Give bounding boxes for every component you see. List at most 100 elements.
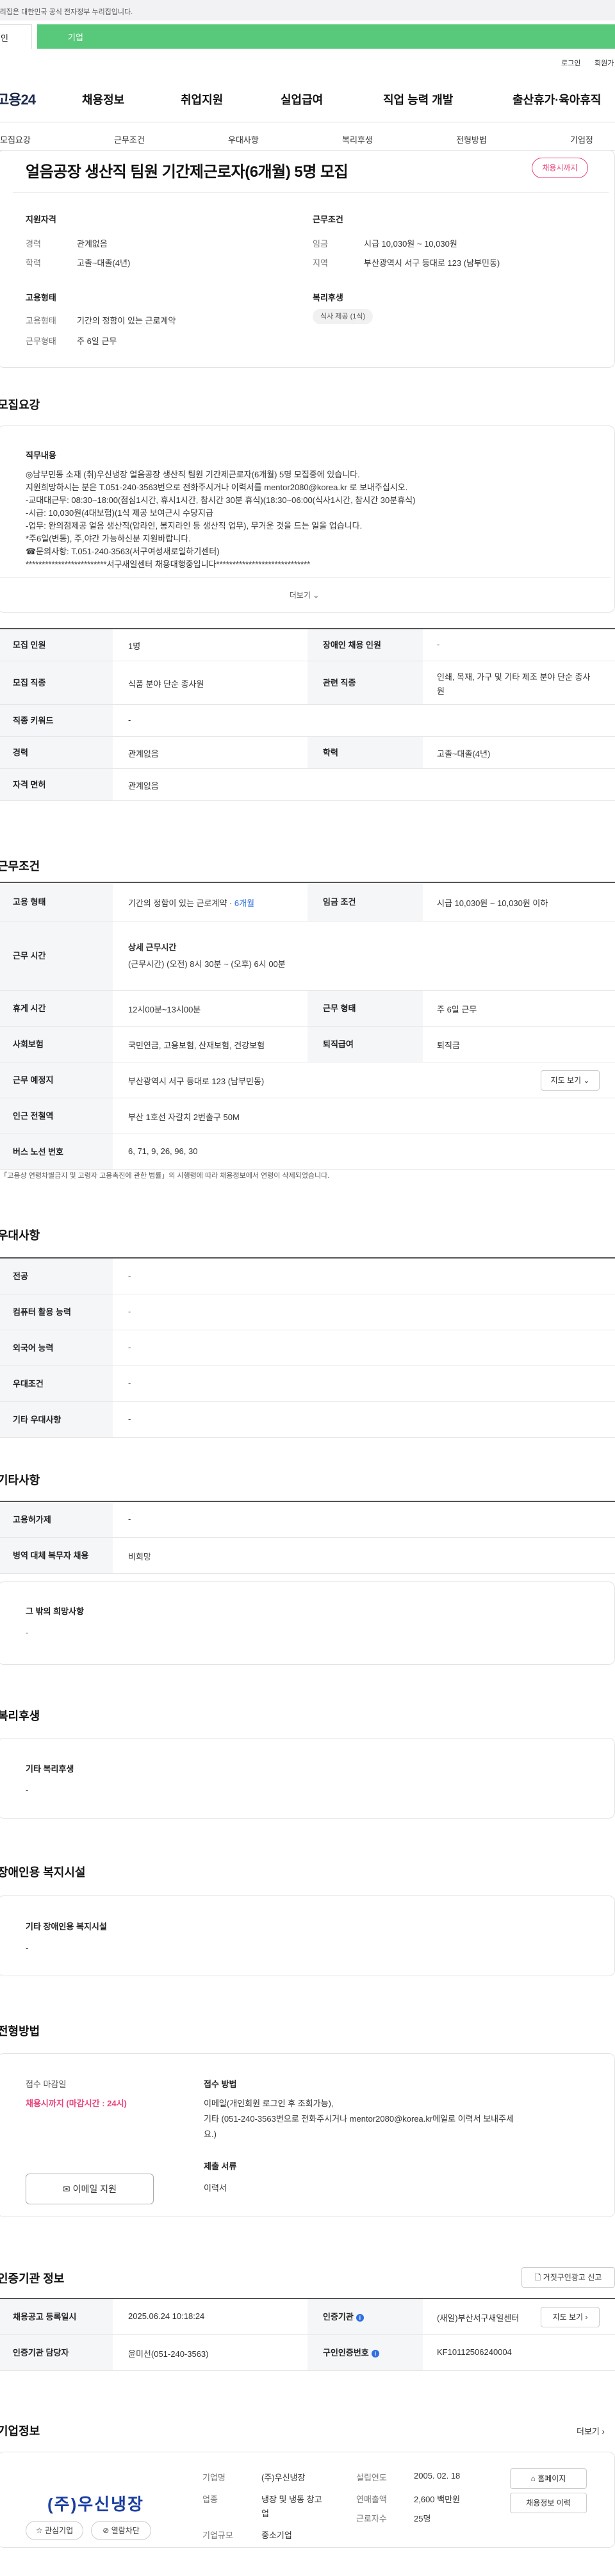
- cert-number-label: 구인인증번호: [323, 2348, 369, 2357]
- gnb-item-jobs[interactable]: 채용정보: [82, 91, 124, 108]
- sales-value: 2,600 백만원: [414, 2495, 461, 2504]
- etc-table: 고용허가제 - 병역 대체 복무자 채용 비희망: [0, 1501, 615, 1574]
- hours-detail-heading: 상세 근무시간: [128, 943, 177, 952]
- table-cell: 고졸~대졸(4년): [437, 749, 491, 759]
- login-link[interactable]: 로그인: [561, 58, 580, 68]
- table-row: 병역 대체 복무자 채용 비희망: [0, 1538, 615, 1574]
- desc-line: 지원희망하시는 분은 T.051-240-3563번으로 전화주시거나 이력서를…: [26, 483, 408, 492]
- subnav-recruit[interactable]: 모집요강: [0, 133, 31, 145]
- gnb-item-parental[interactable]: 출산휴가·육아휴직: [512, 91, 601, 108]
- table-cell: -: [128, 1342, 131, 1352]
- employment-type-value: 기간의 정함이 있는 근로계약: [77, 316, 176, 326]
- agency-map-button[interactable]: 지도 보기 ›: [541, 2307, 600, 2327]
- method-line: 요.): [204, 2129, 217, 2139]
- more-button[interactable]: 더보기 ⌄: [0, 577, 611, 612]
- company-section-title: 기업정보: [0, 2425, 40, 2438]
- report-button[interactable]: 🗋 거짓구인광고 신고: [521, 2267, 615, 2288]
- table-cell: 관계없음: [128, 781, 159, 791]
- table-header: 모집 직종: [0, 661, 113, 704]
- table-header: 휴게 시간: [0, 991, 113, 1026]
- table-cell: -: [437, 640, 440, 649]
- table-cell: 국민연금, 고용보험, 산재보험, 건강보험: [128, 1041, 265, 1050]
- table-header: 직종 키워드: [0, 705, 113, 736]
- job-history-label: 채용정보 이력: [526, 2498, 571, 2507]
- info-icon[interactable]: i: [371, 2349, 379, 2357]
- map-button[interactable]: 지도 보기 ⌄: [541, 1070, 600, 1091]
- table-row: 경력 관계없음 학력 고졸~대졸(4년): [0, 737, 615, 769]
- subnav-selection[interactable]: 전형방법: [456, 133, 487, 145]
- table-row: 기타 우대사항 -: [0, 1402, 615, 1438]
- more-label: 더보기: [289, 591, 311, 600]
- table-cell: 시급 10,030원 ~ 10,030원 이하: [437, 898, 548, 908]
- gov-banner-text: ·리집은 대한민국 공식 전자정부 누리집입니다.: [0, 8, 133, 16]
- table-header: 퇴직급여: [308, 1027, 423, 1062]
- agency-label: 인증기관: [323, 2312, 354, 2322]
- table-row: 우대조건 -: [0, 1366, 615, 1402]
- founded-label: 설립연도: [356, 2473, 387, 2482]
- wage-value: 시급 10,030원 ~ 10,030원: [364, 239, 457, 249]
- subnav-welfare[interactable]: 복리후생: [342, 133, 373, 145]
- homepage-button[interactable]: ⌂ 홈페이지: [510, 2468, 587, 2489]
- table-cell: (근무시간) (오전) 8시 30분 ~ (오후) 6시 00분: [128, 959, 286, 969]
- method-line: 이메일(개인회원 로그인 후 조회가능),: [204, 2099, 334, 2108]
- interest-company-button[interactable]: ☆ 관심기업: [26, 2521, 83, 2540]
- experience-value: 관계없음: [77, 239, 108, 249]
- block-label: 열람차단: [111, 2526, 140, 2535]
- conditions-table: 고용 형태 기간의 정함이 있는 근로계약 · 6개월 임금 조건 시급 10,…: [0, 882, 615, 1170]
- table-cell: 12시00분~13시00분: [128, 1005, 201, 1014]
- company-more-link[interactable]: 더보기 ›: [577, 2425, 605, 2437]
- deadline-heading: 접수 마감일: [26, 2079, 67, 2089]
- sales-label: 연매출액: [356, 2495, 387, 2504]
- table-row: 인증기관 담당자 윤미선(051-240-3563) 구인인증번호 i KF101…: [0, 2335, 615, 2371]
- subnav-company[interactable]: 기업정: [570, 133, 593, 145]
- join-link[interactable]: 회원가: [594, 58, 614, 68]
- subnav-preference[interactable]: 우대사항: [228, 133, 259, 145]
- table-cell: -: [128, 1307, 131, 1316]
- desc-line: ◎남부민동 소재 (취)우신냉장 얼음공장 생산직 팀원 기간제근로자(6개월)…: [26, 470, 360, 479]
- table-header: 고용 형태: [0, 883, 113, 921]
- table-cell: (새일)부산서구새일센터: [437, 2313, 520, 2323]
- table-header: 장애인 채용 인원: [308, 629, 423, 661]
- table-row: 고용 형태 기간의 정함이 있는 근로계약 · 6개월 임금 조건 시급 10,…: [0, 883, 615, 921]
- industry-value-cont: 업: [261, 2509, 269, 2518]
- gnb-item-support[interactable]: 취업지원: [181, 91, 223, 108]
- table-cell: 부산 1호선 자갈치 2번출구 50M: [128, 1112, 240, 1122]
- table-row: 인근 전철역 부산 1호선 자갈치 2번출구 50M: [0, 1098, 615, 1134]
- contract-months: 6개월: [234, 898, 255, 908]
- recruit-table: 모집 인원 1명 장애인 채용 인원 - 모집 직종 식품 분야 단순 종사원 …: [0, 628, 615, 801]
- table-cell: 6, 71, 9, 26, 96, 30: [128, 1146, 198, 1156]
- agency-table: 채용공고 등록일시 2025.06.24 10:18:24 인증기관 i (새일)…: [0, 2298, 615, 2371]
- info-icon[interactable]: i: [356, 2313, 364, 2322]
- table-header: 인증기관 i: [308, 2299, 423, 2334]
- table-cell: 부산광역시 서구 등대로 123 (남부민동): [128, 1077, 265, 1086]
- homepage-label: 홈페이지: [537, 2474, 566, 2483]
- age-notice: *「고용상 연령차별금지 및 고령자 고용촉진에 관한 법률」의 시행령에 따라…: [0, 1172, 330, 1180]
- block-view-button[interactable]: ⊘ 열람차단: [91, 2521, 151, 2540]
- site-logo[interactable]: 고용24: [0, 88, 36, 109]
- tab-company[interactable]: 기업: [37, 24, 615, 49]
- email-apply-button[interactable]: ✉ 이메일 지원: [26, 2174, 154, 2204]
- table-cell: -: [128, 1271, 131, 1280]
- experience-label: 경력: [26, 239, 41, 249]
- user-type-tabs: 인 기업: [0, 24, 615, 49]
- block-icon: ⊘: [102, 2526, 110, 2535]
- employment-type-label: 고용형태: [26, 316, 56, 326]
- table-cell: -: [128, 1378, 131, 1388]
- table-cell: KF10112506240004: [437, 2347, 512, 2357]
- preference-section-title: 우대사항: [0, 1229, 40, 1242]
- agency-section-title: 인증기관 정보: [0, 2272, 65, 2285]
- meal-benefit-chip: 식사 제공 (1식): [313, 309, 373, 324]
- tab-personal[interactable]: 인: [0, 24, 32, 49]
- gnb-item-training[interactable]: 직업 능력 개발: [383, 91, 453, 108]
- gnb-item-unemployment[interactable]: 실업급여: [281, 91, 323, 108]
- founded-value: 2005. 02. 18: [414, 2471, 461, 2481]
- subnav-conditions[interactable]: 근무조건: [114, 133, 145, 145]
- interest-label: 관심기업: [44, 2526, 74, 2535]
- job-history-button[interactable]: 채용정보 이력: [510, 2493, 587, 2513]
- summary-divider: [13, 192, 609, 193]
- table-header: 근무 예정지: [0, 1062, 113, 1098]
- job-description-heading: 직무내용: [26, 450, 56, 460]
- desc-line: *************************서구새일센터 채용대행중입니다…: [26, 559, 311, 569]
- company-size-label: 기업규모: [202, 2531, 233, 2540]
- table-cell: -: [128, 1414, 131, 1424]
